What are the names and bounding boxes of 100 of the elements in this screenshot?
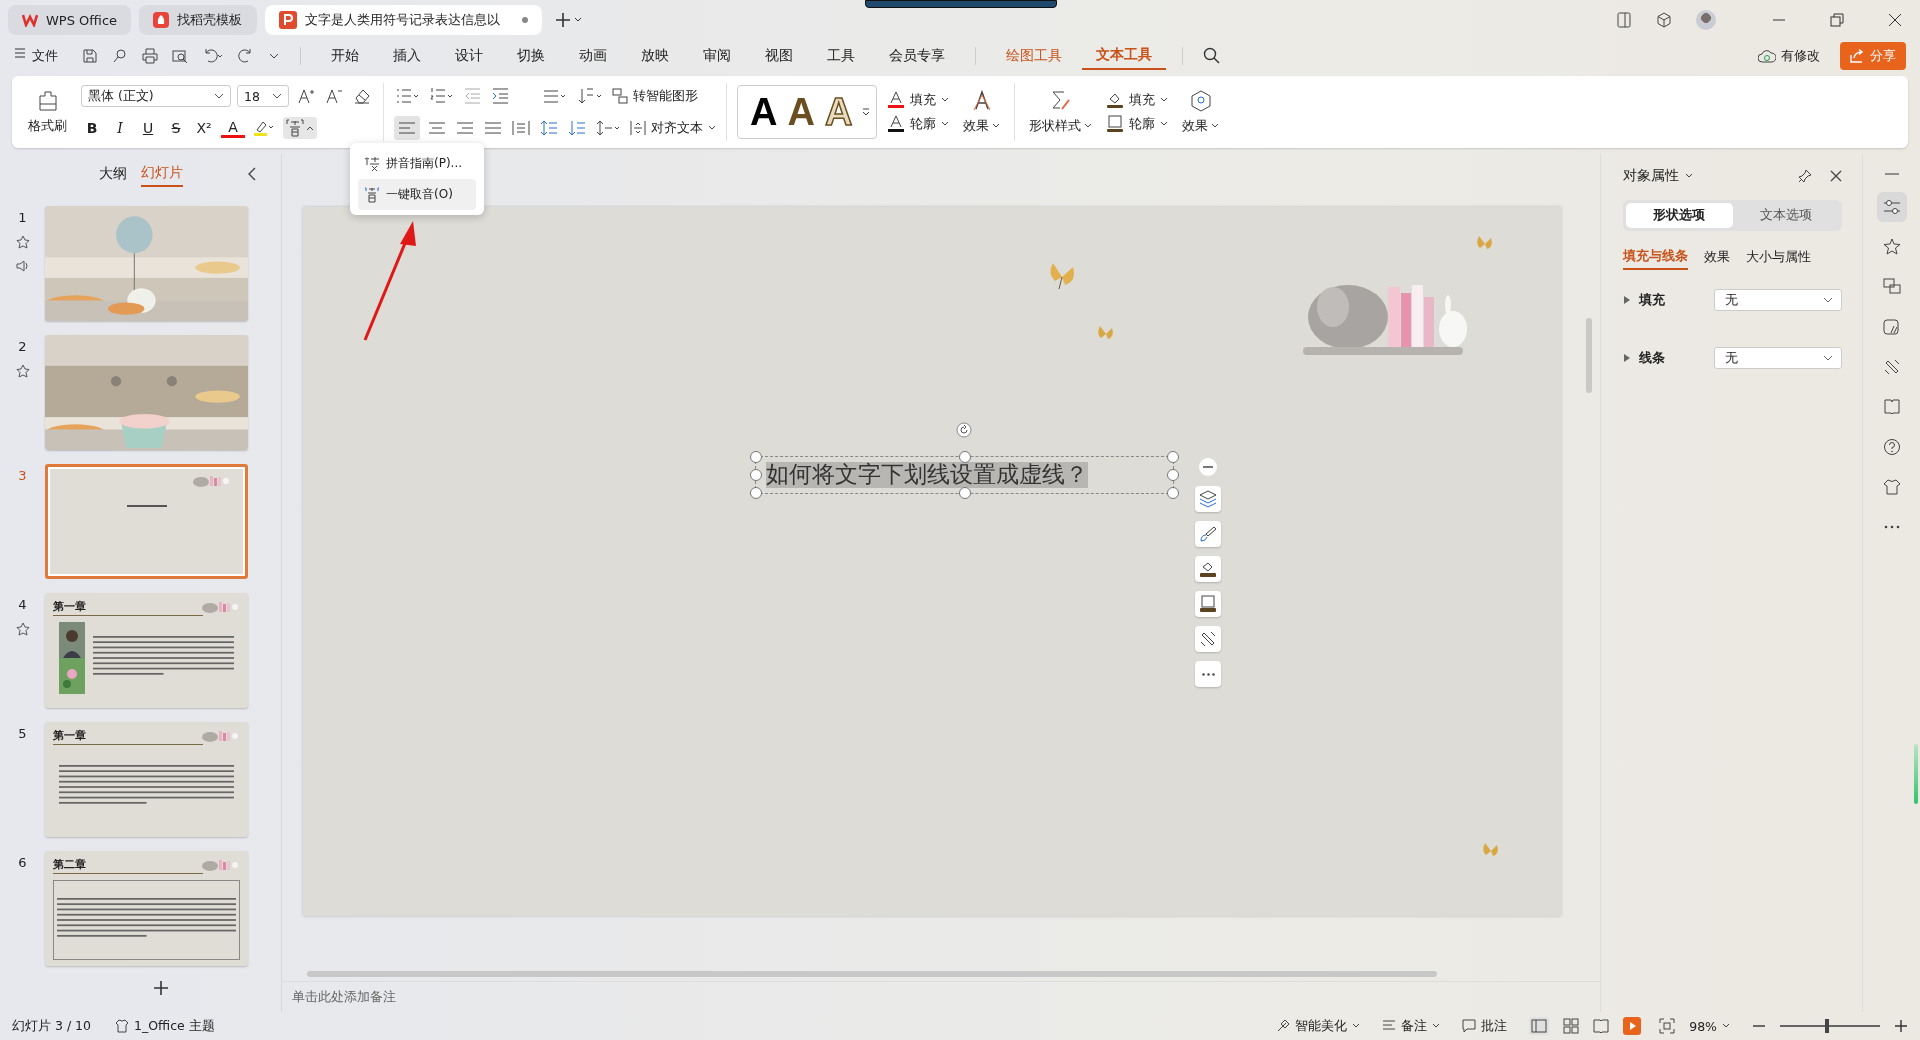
tablet-icon[interactable] [1616, 12, 1632, 28]
resize-handle[interactable] [958, 487, 971, 499]
ribbon-tab[interactable]: 会员专享 [875, 43, 959, 69]
ribbon-tab[interactable]: 放映 [627, 43, 683, 69]
property-select[interactable]: 无 [1714, 347, 1842, 369]
restore-icon[interactable] [1830, 13, 1844, 27]
expand-arrow-icon[interactable] [1623, 354, 1631, 362]
fit-window-icon[interactable] [1659, 1018, 1676, 1034]
star-icon[interactable] [1882, 238, 1901, 256]
format-painter-button[interactable]: 格式刷 [24, 89, 71, 135]
text-effects-button[interactable]: 效果 [959, 89, 1005, 135]
file-menu[interactable]: 文件 [14, 47, 58, 65]
help-icon[interactable] [1882, 438, 1901, 456]
smart-shape-button[interactable]: 转智能图形 [612, 87, 698, 105]
shirt-icon[interactable] [1882, 478, 1901, 496]
panel-tab[interactable]: 幻灯片 [140, 161, 183, 187]
ribbon-tab[interactable]: 文本工具 [1082, 42, 1166, 70]
resize-handle[interactable] [1167, 451, 1179, 463]
ribbon-tab[interactable]: 视图 [751, 43, 807, 69]
align-text-button[interactable]: 对齐文本 [630, 119, 716, 137]
panel-tab[interactable]: 大纲 [98, 162, 127, 186]
new-tab-icon[interactable] [556, 12, 583, 28]
star-icon[interactable] [15, 235, 30, 249]
font-select[interactable]: 黑体 (正文) [81, 85, 231, 107]
ribbon-tab[interactable]: 工具 [813, 43, 869, 69]
star-icon[interactable] [15, 622, 30, 636]
expand-arrow-icon[interactable] [1623, 296, 1631, 304]
slide-thumbnail[interactable]: 第二章 [45, 851, 248, 966]
speaker-icon[interactable] [15, 259, 30, 273]
normal-view-icon[interactable] [1529, 1017, 1550, 1035]
font-size-select[interactable]: 18 [237, 85, 289, 107]
rotate-handle-icon[interactable] [956, 422, 972, 438]
property-select[interactable]: 无 [1714, 289, 1842, 311]
notes-field[interactable]: 单击此处添加备注 [282, 981, 1600, 1012]
shape-outline-button[interactable]: 轮廓 [1106, 115, 1169, 133]
text-outline-button[interactable]: 轮廓 [887, 115, 950, 133]
collapse-icon[interactable] [247, 167, 257, 181]
document-tab[interactable]: 文字是人类用符号记录表达信息以 [265, 5, 543, 35]
zoom-slider-thumb[interactable] [1825, 1019, 1829, 1033]
text-fill-button[interactable]: 填充 [887, 91, 950, 109]
sync-status-button[interactable]: 有修改 [1758, 47, 1820, 65]
panel-title[interactable]: 对象属性 [1623, 167, 1693, 185]
search-icon[interactable] [1203, 47, 1221, 65]
cube-icon[interactable] [1656, 12, 1672, 28]
fill-button[interactable] [1195, 556, 1221, 582]
document-tab[interactable]: WPS Office [8, 5, 132, 35]
beautify-button[interactable]: 智能美化 [1276, 1017, 1361, 1035]
slide-thumbnail[interactable]: 第一章 [45, 593, 248, 708]
minimize-icon[interactable] [1884, 172, 1899, 176]
scrollbar-thumb[interactable] [1586, 318, 1592, 393]
close-icon[interactable] [1888, 13, 1902, 27]
undo-icon[interactable] [202, 48, 224, 64]
tools-icon[interactable] [1882, 358, 1901, 376]
resize-handle[interactable] [750, 469, 762, 481]
collapse-toolbar-icon[interactable] [1198, 457, 1218, 477]
menu-item[interactable]: 拼音指南(P)... [358, 148, 476, 179]
format-button[interactable]: U [137, 120, 159, 136]
transition-icon[interactable] [1882, 278, 1901, 296]
resize-handle[interactable] [958, 451, 971, 463]
brush-button[interactable] [1195, 521, 1221, 547]
shape-effects-button[interactable]: 效果 [1178, 89, 1224, 135]
add-slide-icon[interactable] [152, 980, 169, 996]
ribbon-tab[interactable]: 设计 [441, 43, 497, 69]
book-icon[interactable] [1882, 398, 1901, 416]
grid-view-icon[interactable] [1563, 1018, 1580, 1034]
ribbon-tab[interactable]: 插入 [379, 43, 435, 69]
pinyin-button[interactable] [283, 117, 317, 139]
format-button[interactable]: A [221, 118, 245, 138]
options-tab[interactable]: 形状选项 [1626, 203, 1733, 228]
reading-view-icon[interactable] [1593, 1018, 1610, 1034]
notes-button[interactable]: 备注 [1382, 1017, 1441, 1035]
wordart-gallery[interactable]: A A A [737, 85, 878, 139]
scrollbar-thumb[interactable] [307, 971, 1437, 977]
redo-icon[interactable] [238, 48, 254, 64]
property-tab[interactable]: 效果 [1704, 245, 1730, 270]
shape-fill-button[interactable]: 填充 [1106, 91, 1169, 109]
zoom-select[interactable]: 98% [1689, 1018, 1730, 1034]
document-tab[interactable]: 找稻壳模板 [139, 5, 258, 35]
property-tab[interactable]: 大小与属性 [1746, 245, 1811, 270]
zoom-in-icon[interactable] [1894, 1019, 1908, 1033]
ribbon-tab[interactable]: 绘图工具 [992, 43, 1076, 69]
slide-thumbnail[interactable] [45, 464, 248, 579]
save-icon[interactable] [82, 48, 98, 64]
format-button[interactable]: B [81, 120, 103, 136]
tools-button[interactable] [1195, 626, 1221, 652]
resize-handle[interactable] [750, 487, 762, 499]
shape-style-button[interactable]: 形状样式 [1025, 89, 1097, 135]
format-button[interactable]: S [165, 120, 187, 136]
comments-button[interactable]: 批注 [1462, 1017, 1508, 1035]
ribbon-tab[interactable]: 开始 [317, 43, 373, 69]
format-button[interactable]: I [109, 120, 131, 136]
slide-thumbnail[interactable]: 第一章 [45, 722, 248, 837]
image-tool-icon[interactable] [1882, 318, 1901, 336]
ribbon-tab[interactable]: 审阅 [689, 43, 745, 69]
resize-handle[interactable] [750, 451, 762, 463]
more-button[interactable] [1195, 661, 1221, 687]
resize-handle[interactable] [1167, 469, 1179, 481]
theme-button[interactable]: 1_Office 主题 [115, 1017, 215, 1035]
resize-handle[interactable] [1167, 487, 1179, 499]
align-left-icon[interactable] [394, 116, 420, 140]
